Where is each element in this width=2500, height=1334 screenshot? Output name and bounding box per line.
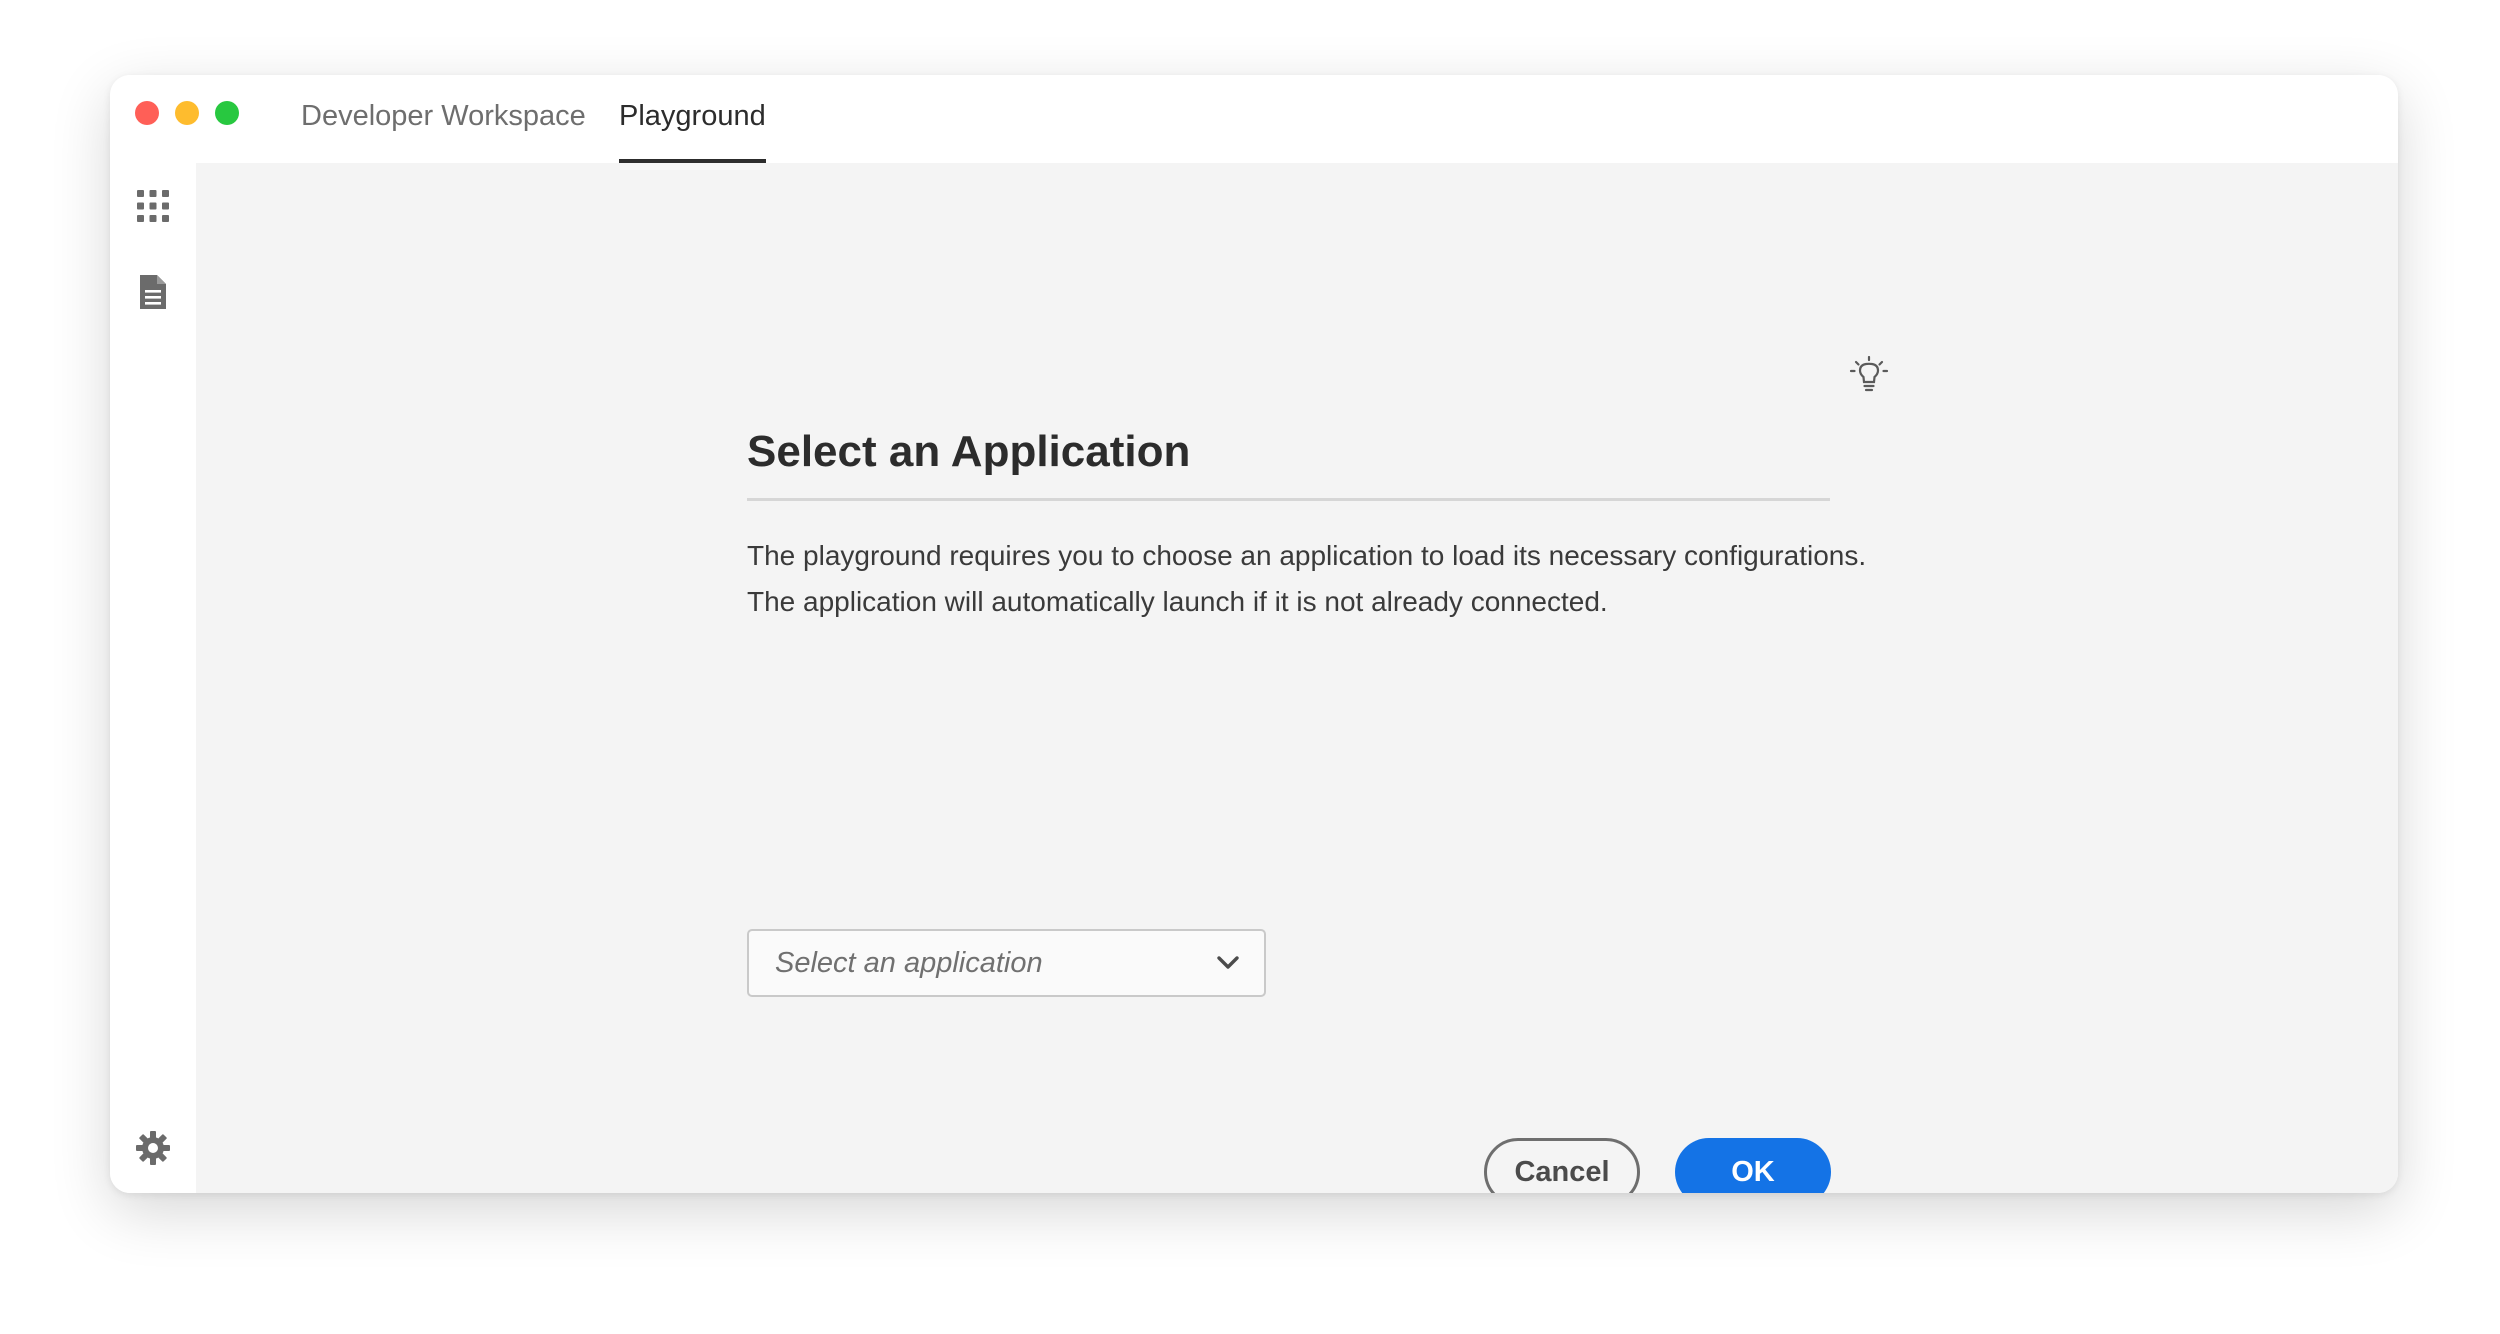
cancel-button[interactable]: Cancel <box>1484 1138 1640 1193</box>
document-icon <box>140 275 166 309</box>
app-window: Developer Workspace Playground Select an… <box>110 75 2398 1193</box>
settings-button[interactable] <box>130 1125 176 1171</box>
application-picker-placeholder: Select an application <box>775 947 1043 979</box>
apps-grid-button[interactable] <box>130 183 176 229</box>
title-divider <box>747 498 1830 501</box>
lightbulb-icon <box>1849 356 1889 392</box>
ok-button[interactable]: OK <box>1675 1138 1831 1193</box>
sidebar <box>110 163 196 1193</box>
chevron-down-icon <box>1217 956 1239 969</box>
tab-playground[interactable]: Playground <box>619 95 766 163</box>
application-picker[interactable]: Select an application <box>747 929 1266 997</box>
settings-gear-icon <box>136 1131 170 1165</box>
titlebar: Developer Workspace Playground <box>110 75 2398 163</box>
dialog-description: The playground requires you to choose an… <box>747 533 1867 625</box>
maximize-window-button[interactable] <box>215 101 239 125</box>
dialog-title: Select an Application <box>747 427 1191 476</box>
description-line-2: The application will automatically launc… <box>747 586 1608 617</box>
apps-grid-icon <box>137 190 169 222</box>
document-button[interactable] <box>130 269 176 315</box>
minimize-window-button[interactable] <box>175 101 199 125</box>
description-line-1: The playground requires you to choose an… <box>747 540 1867 571</box>
playground-content: Select an Application The playground req… <box>196 163 2398 1193</box>
tab-developer-workspace[interactable]: Developer Workspace <box>301 95 586 163</box>
hint-button[interactable] <box>1846 353 1892 399</box>
close-window-button[interactable] <box>135 101 159 125</box>
